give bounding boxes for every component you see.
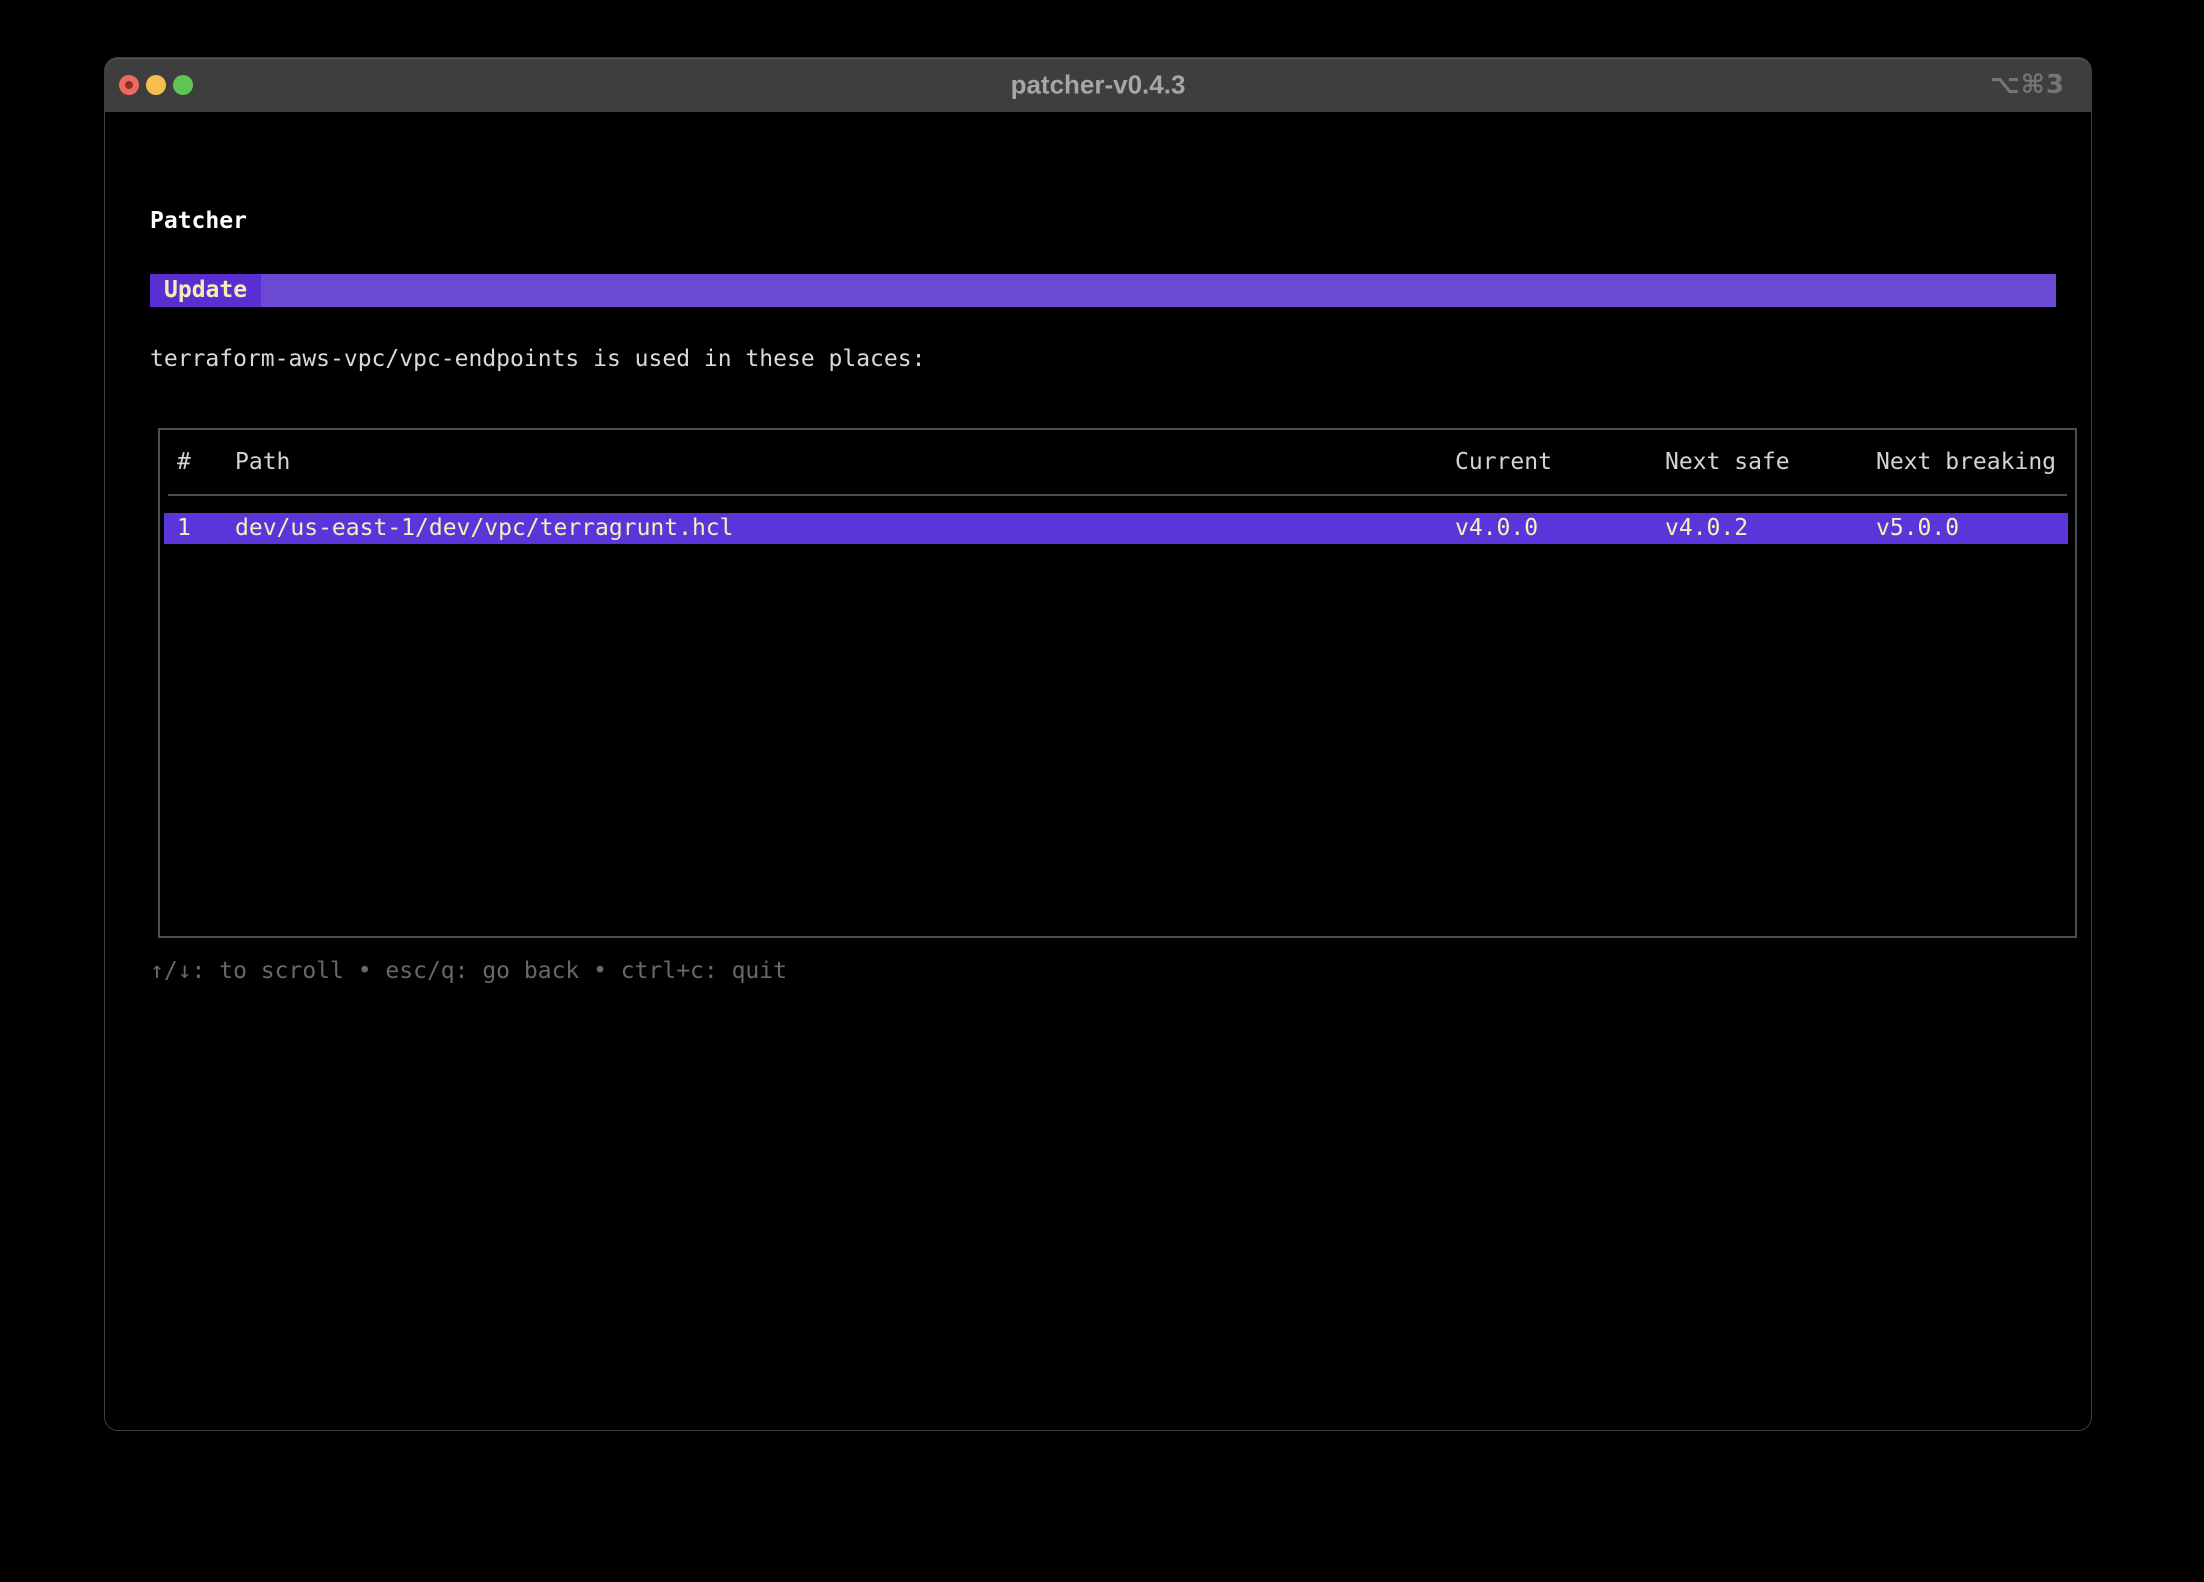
app-heading: Patcher (150, 208, 247, 235)
zoom-button[interactable] (173, 75, 193, 95)
tab-bar: Update (150, 274, 2056, 307)
terminal-window: patcher-v0.4.3 ⌥⌘3 Patcher Update terraf… (104, 57, 2092, 1431)
close-button[interactable] (119, 75, 139, 95)
header-separator (168, 494, 2067, 496)
row-current-cell: v4.0.0 (1455, 515, 1665, 542)
column-header-path: Path (235, 449, 1455, 476)
help-bar: ↑/↓: to scroll • esc/q: go back • ctrl+c… (150, 958, 787, 985)
column-header-number: # (177, 449, 235, 476)
window-shortcut-indicator: ⌥⌘3 (1990, 70, 2065, 100)
tab-update[interactable]: Update (150, 274, 261, 307)
titlebar: patcher-v0.4.3 ⌥⌘3 (105, 58, 2091, 112)
minimize-button[interactable] (146, 75, 166, 95)
table-row[interactable]: 1 dev/us-east-1/dev/vpc/terragrunt.hcl v… (164, 513, 2068, 544)
row-next-safe-cell: v4.0.2 (1665, 515, 1876, 542)
row-next-breaking-cell: v5.0.0 (1876, 515, 2068, 542)
traffic-lights (119, 58, 193, 112)
places-table: # Path Current Next safe Next breaking 1… (158, 428, 2077, 938)
table-header-row: # Path Current Next safe Next breaking (160, 430, 2075, 476)
usage-line: terraform-aws-vpc/vpc-endpoints is used … (150, 346, 925, 373)
window-title: patcher-v0.4.3 (1011, 70, 1186, 101)
row-path-cell: dev/us-east-1/dev/vpc/terragrunt.hcl (235, 515, 1455, 542)
column-header-next-breaking: Next breaking (1876, 449, 2075, 476)
column-header-current: Current (1455, 449, 1665, 476)
row-number-cell: 1 (177, 515, 235, 542)
column-header-next-safe: Next safe (1665, 449, 1876, 476)
